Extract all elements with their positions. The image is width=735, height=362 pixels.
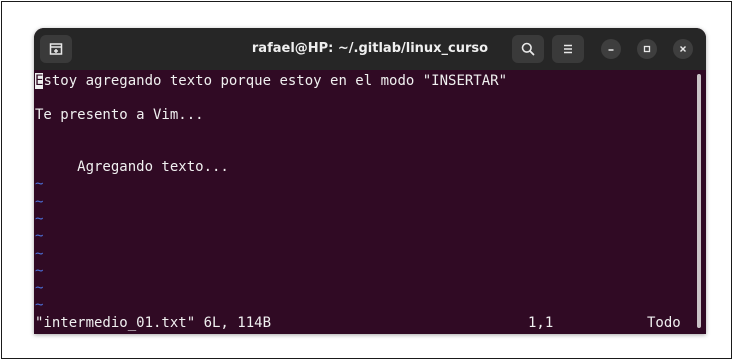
hamburger-menu-icon xyxy=(564,44,572,54)
empty-line-tilde: ~ xyxy=(35,228,44,244)
close-button[interactable] xyxy=(673,39,693,59)
empty-line-tilde: ~ xyxy=(35,176,44,192)
empty-line-tilde: ~ xyxy=(35,263,44,279)
maximize-icon xyxy=(643,45,651,53)
empty-line-tilde: ~ xyxy=(35,211,44,227)
terminal-content[interactable]: Estoy agregando texto porque estoy en el… xyxy=(34,70,706,334)
buffer-line-2: Te presento a Vim... xyxy=(35,107,204,123)
terminal-window: rafael@HP: ~/.gitlab/linux_curso Estoy a… xyxy=(34,28,706,334)
title-bar: rafael@HP: ~/.gitlab/linux_curso xyxy=(34,28,706,70)
status-scroll-indicator: Todo xyxy=(647,315,681,331)
search-button[interactable] xyxy=(512,35,544,63)
empty-line-tilde: ~ xyxy=(35,194,44,210)
buffer-line-1: Estoy agregando texto porque estoy en el… xyxy=(35,73,508,89)
screenshot-frame: rafael@HP: ~/.gitlab/linux_curso Estoy a… xyxy=(1,1,732,359)
window-title: rafael@HP: ~/.gitlab/linux_curso xyxy=(251,41,489,56)
new-tab-button[interactable] xyxy=(40,35,72,63)
close-icon xyxy=(680,46,686,52)
minimize-button[interactable] xyxy=(601,39,621,59)
empty-line-tilde: ~ xyxy=(35,297,44,313)
scrollbar[interactable] xyxy=(697,74,701,328)
new-tab-icon xyxy=(49,43,63,55)
minimize-icon xyxy=(608,49,614,51)
maximize-button[interactable] xyxy=(637,39,657,59)
status-file-info: "intermedio_01.txt" 6L, 114B xyxy=(35,315,272,331)
menu-button[interactable] xyxy=(552,35,584,63)
status-cursor-position: 1,1 xyxy=(528,315,554,331)
empty-line-tilde: ~ xyxy=(35,280,44,296)
empty-line-tilde: ~ xyxy=(35,246,44,262)
search-icon xyxy=(521,42,535,56)
buffer-line-3: Agregando texto... xyxy=(35,159,229,175)
